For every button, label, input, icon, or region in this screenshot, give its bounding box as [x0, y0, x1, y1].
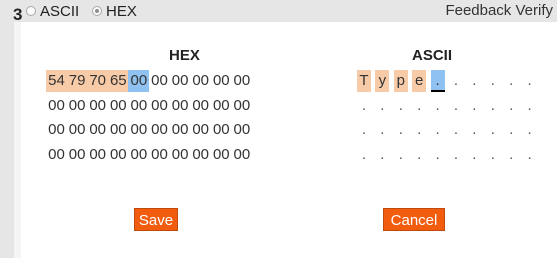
hex-byte-cell[interactable]: 00	[231, 144, 252, 166]
hex-byte-cell[interactable]: 00	[149, 95, 170, 117]
hex-byte-cell[interactable]: 00	[170, 144, 191, 166]
hex-byte-cell[interactable]: 00	[128, 144, 149, 166]
hex-byte-cell[interactable]: 79	[66, 70, 88, 92]
ascii-char-cell[interactable]: .	[357, 144, 371, 166]
hex-byte-cell[interactable]: 00	[46, 144, 67, 166]
ascii-char-cell[interactable]: .	[449, 70, 463, 92]
ascii-char-cell[interactable]: .	[394, 144, 408, 166]
hex-editor-dialog: HEX ASCII 54 79 70 65 00 00 00 00 00 00 00 00 00 00 00…	[14, 22, 557, 258]
ascii-char-cell[interactable]: .	[486, 95, 500, 117]
ascii-char-cell[interactable]: .	[431, 119, 445, 141]
ascii-char-cell[interactable]: .	[431, 144, 445, 166]
hex-byte-cell[interactable]: 00	[46, 95, 67, 117]
hex-byte-cell[interactable]: 00	[170, 119, 191, 141]
ascii-char-cell[interactable]: .	[523, 119, 537, 141]
ascii-char-cell[interactable]: .	[412, 119, 426, 141]
ascii-char-cell[interactable]: .	[449, 119, 463, 141]
ascii-char-cell[interactable]: .	[523, 95, 537, 117]
ascii-char-cell[interactable]: .	[486, 144, 500, 166]
top-bar: 3 ASCII HEX Feedback Verify	[0, 0, 557, 24]
feedback-verify-label: Feedback Verify	[445, 2, 553, 19]
cancel-button[interactable]: Cancel	[383, 208, 445, 231]
ascii-char-cell[interactable]: .	[394, 95, 408, 117]
ascii-char-cell[interactable]: .	[449, 95, 463, 117]
ascii-char-cell[interactable]: .	[523, 70, 537, 92]
hex-column-title: HEX	[169, 47, 200, 64]
hex-byte-cell[interactable]: 00	[170, 95, 191, 117]
hex-byte-cell[interactable]: 00	[211, 95, 232, 117]
hex-byte-cell[interactable]: 00	[149, 70, 170, 92]
ascii-char-cell[interactable]: .	[504, 119, 518, 141]
ascii-char-cell[interactable]: y	[375, 70, 390, 92]
ascii-char-cell[interactable]: p	[393, 70, 408, 92]
ascii-radio-label[interactable]: ASCII	[40, 3, 79, 20]
ascii-char-cell[interactable]: .	[375, 119, 389, 141]
hex-byte-cell[interactable]: 00	[67, 119, 88, 141]
ascii-char-cell[interactable]: .	[467, 144, 481, 166]
hex-byte-cell[interactable]: 00	[108, 119, 129, 141]
hex-byte-cell[interactable]: 54	[46, 70, 67, 92]
hex-radio-label[interactable]: HEX	[106, 3, 137, 20]
hex-byte-cell[interactable]: 00	[87, 119, 108, 141]
hex-byte-cell[interactable]: 00	[211, 144, 232, 166]
ascii-char-cell[interactable]: .	[430, 70, 445, 92]
hex-byte-cell[interactable]: 00	[128, 95, 149, 117]
ascii-char-cell[interactable]: .	[467, 119, 481, 141]
hex-byte-cell[interactable]: 00	[108, 144, 129, 166]
hex-radio[interactable]	[92, 6, 102, 16]
ascii-char-cell[interactable]: T	[357, 70, 371, 92]
ascii-char-cell[interactable]: .	[467, 95, 481, 117]
hex-byte-cell[interactable]: 00	[108, 95, 129, 117]
hex-byte-cell[interactable]: 00	[190, 95, 211, 117]
hex-byte-cell[interactable]: 00	[128, 70, 150, 92]
ascii-char-cell[interactable]: .	[375, 144, 389, 166]
ascii-char-cell[interactable]: .	[449, 144, 463, 166]
ascii-char-cell[interactable]: .	[504, 144, 518, 166]
hex-byte-cell[interactable]: 00	[149, 119, 170, 141]
ascii-char-cell[interactable]: .	[357, 119, 371, 141]
ascii-char-cell[interactable]: .	[467, 70, 481, 92]
hex-byte-cell[interactable]: 70	[87, 70, 109, 92]
ascii-char-cell[interactable]: .	[412, 95, 426, 117]
ascii-char-cell[interactable]: .	[486, 70, 500, 92]
hex-byte-cell[interactable]: 00	[128, 119, 149, 141]
hex-byte-cell[interactable]: 00	[67, 144, 88, 166]
ascii-char-cell[interactable]: .	[431, 95, 445, 117]
hex-byte-cell[interactable]: 65	[107, 70, 129, 92]
ascii-radio[interactable]	[26, 6, 36, 16]
ascii-char-cell[interactable]: .	[412, 144, 426, 166]
ascii-char-cell[interactable]: .	[486, 119, 500, 141]
hex-byte-cell[interactable]: 00	[149, 144, 170, 166]
hex-byte-cell[interactable]: 00	[211, 119, 232, 141]
hex-byte-cell[interactable]: 00	[231, 119, 252, 141]
hex-byte-cell[interactable]: 00	[211, 70, 232, 92]
ascii-column-title: ASCII	[412, 47, 453, 64]
save-button[interactable]: Save	[134, 208, 178, 231]
hex-byte-cell[interactable]: 00	[46, 119, 67, 141]
ascii-char-cell[interactable]: .	[394, 119, 408, 141]
hex-byte-cell[interactable]: 00	[170, 70, 191, 92]
ascii-char-cell[interactable]: .	[375, 95, 389, 117]
hex-byte-cell[interactable]: 00	[87, 95, 108, 117]
hex-byte-cell[interactable]: 00	[190, 144, 211, 166]
hex-byte-cell[interactable]: 00	[231, 95, 252, 117]
hex-byte-cell[interactable]: 00	[87, 144, 108, 166]
hex-byte-cell[interactable]: 00	[190, 70, 211, 92]
ascii-char-cell[interactable]: .	[504, 95, 518, 117]
hex-byte-cell[interactable]: 00	[231, 70, 252, 92]
ascii-char-cell[interactable]: .	[504, 70, 518, 92]
ascii-char-cell[interactable]: .	[357, 95, 371, 117]
ascii-char-cell[interactable]: e	[412, 70, 427, 92]
panel-left-border	[14, 22, 21, 258]
hex-byte-cell[interactable]: 00	[67, 95, 88, 117]
ascii-char-cell[interactable]: .	[523, 144, 537, 166]
hex-byte-cell[interactable]: 00	[190, 119, 211, 141]
